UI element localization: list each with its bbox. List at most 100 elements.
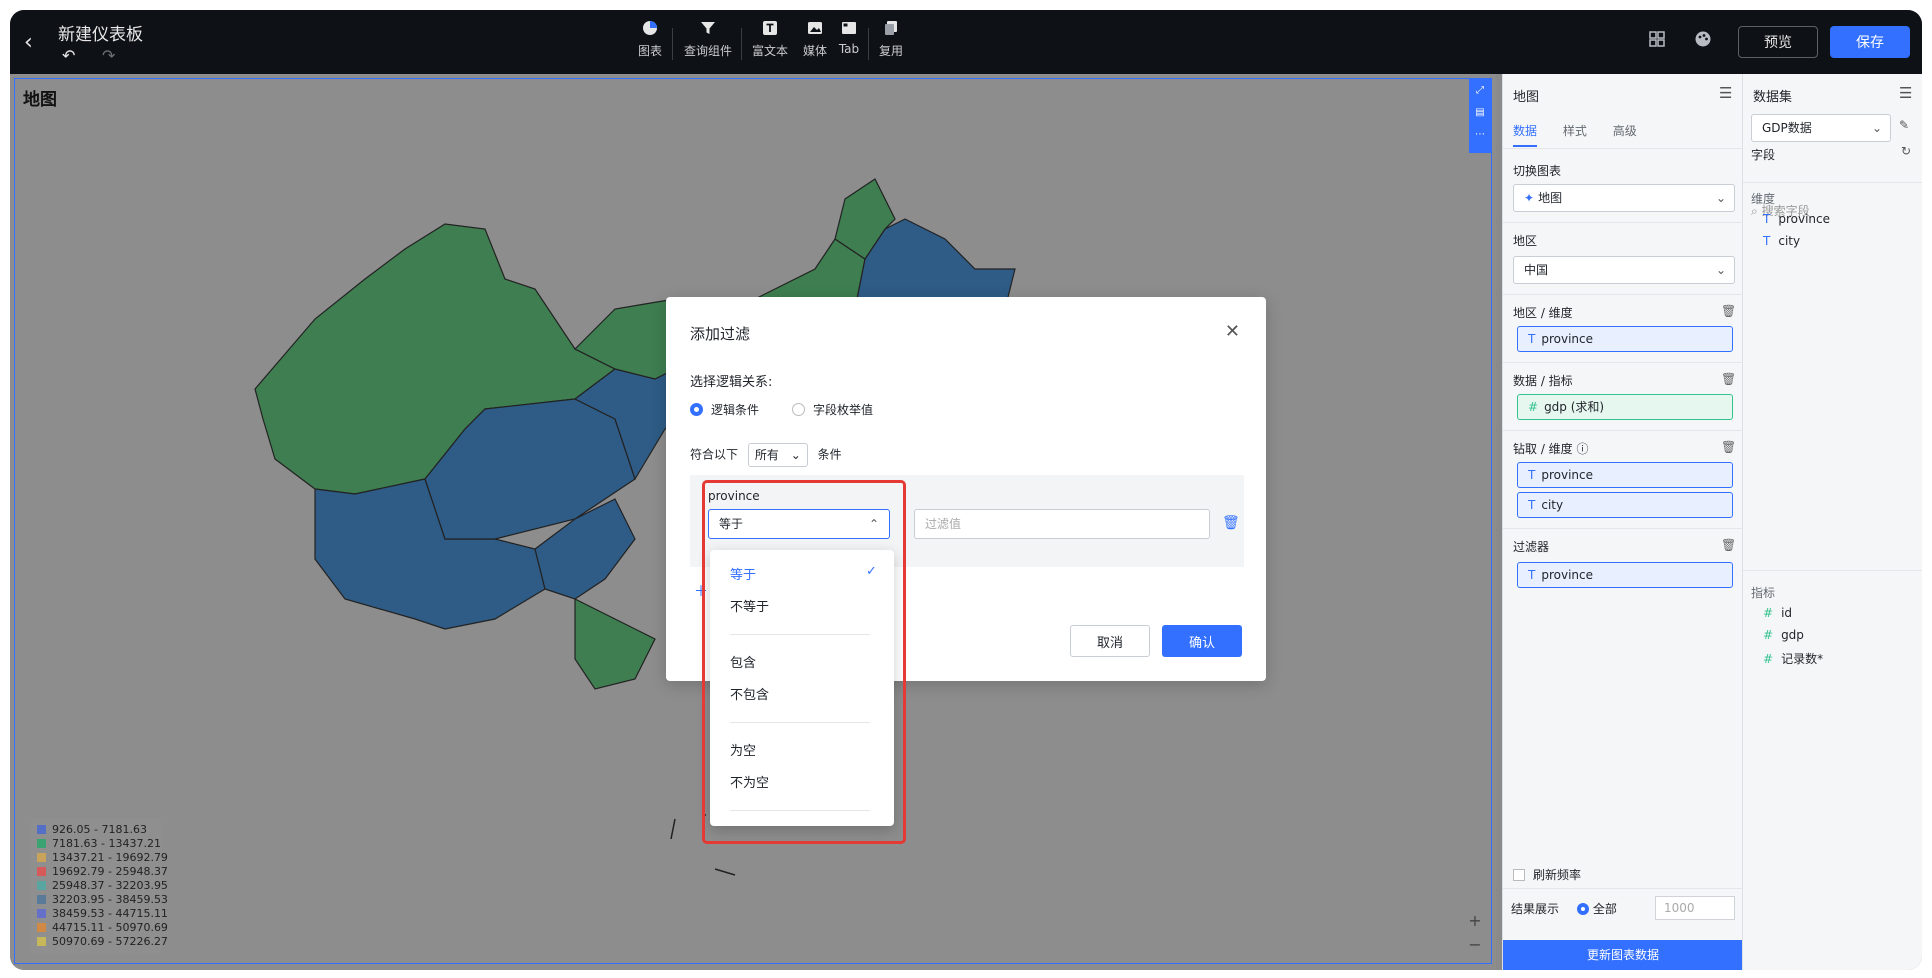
dataset-panel: 数据集 ☰ GDP数据 ⌄ ✎ 字段 ↻ ⌕ 搜索字段 维度 Tprovince… [1742,74,1922,970]
filter-value-input[interactable]: 过滤值 [914,509,1210,539]
dimension-field[interactable]: Tprovince [1763,212,1830,226]
trash-icon[interactable]: 🗑 [1721,304,1736,318]
tool-media[interactable]: 媒体 [800,20,830,59]
chart-type-select[interactable]: ✦ 地图 ⌄ [1513,184,1735,212]
dimension-field[interactable]: Tcity [1763,234,1800,248]
back-icon[interactable]: ‹ [24,30,33,55]
undo-icon[interactable]: ↶ [62,46,75,65]
divider [730,634,870,635]
tab-data[interactable]: 数据 [1513,122,1538,147]
legend-item[interactable]: 25948.37 - 32203.95 [37,879,168,893]
radio-logic-condition[interactable]: 逻辑条件 [690,401,759,418]
legend-item[interactable]: 32203.95 - 38459.53 [37,893,168,907]
refresh-toggle[interactable]: 刷新频率 [1513,866,1581,883]
legend-item[interactable]: 50970.69 - 57226.27 [37,935,168,949]
add-condition-icon[interactable]: ＋ [694,581,708,601]
collapse-icon[interactable]: ☰ [1719,84,1732,102]
tool-reuse[interactable]: 复用 [876,20,906,59]
divider [1503,362,1743,363]
tool-richtext[interactable]: 富文本 [750,20,790,59]
result-count-input[interactable]: 1000 [1655,896,1735,920]
tool-query-label: 查询组件 [683,44,732,58]
number-type-icon: # [1528,400,1539,414]
legend-item[interactable]: 926.05 - 7181.63 [37,823,155,837]
region-dimension-label: 地区 / 维度 [1513,306,1573,320]
metric-label: 数据 / 指标 [1513,374,1573,388]
dataset-select[interactable]: GDP数据 ⌄ [1751,114,1891,142]
match-select[interactable]: 所有 ⌄ [747,443,808,467]
drill-chip-province[interactable]: Tprovince [1517,462,1733,488]
option-not-empty[interactable]: 不为空 [730,772,769,791]
collapse-icon[interactable]: ☰ [1899,84,1912,102]
option-not-contains[interactable]: 不包含 [730,684,769,703]
dimension-label: 维度 [1751,192,1776,206]
metric-chip[interactable]: # gdp (求和) [1517,394,1733,420]
layout-icon[interactable] [1648,30,1666,53]
radio-all[interactable] [1576,903,1589,915]
match-suffix: 条件 [817,447,842,462]
theme-icon[interactable] [1694,30,1712,53]
map-region-south [574,598,656,690]
checkbox[interactable] [1513,869,1525,881]
radio-unselected[interactable] [792,403,805,416]
confirm-button[interactable]: 确认 [1162,625,1242,657]
update-chart-button[interactable]: 更新图表数据 [1503,940,1743,970]
chevron-up-icon: ⌃ [868,517,879,531]
refresh-icon[interactable]: ↻ [1901,144,1911,158]
dashboard-title[interactable]: 新建仪表板 [58,20,143,45]
trash-icon[interactable]: 🗑 [1721,440,1736,454]
option-is-empty[interactable]: 为空 [730,740,756,759]
text-type-icon: T [1528,498,1536,512]
number-type-icon: # [1763,628,1774,642]
redo-icon[interactable]: ↷ [102,46,115,65]
radio-field-enum[interactable]: 字段枚举值 [792,401,873,418]
map-chart-icon: ✦ [1524,191,1535,205]
tab-advanced[interactable]: 高级 [1613,122,1637,145]
legend-item[interactable]: 38459.53 - 44715.11 [37,907,168,921]
legend-item[interactable]: 7181.63 - 13437.21 [37,837,161,851]
trash-icon[interactable]: 🗑 [1721,372,1736,386]
drill-label: 钻取 / 维度 ⓘ [1513,442,1589,456]
filter-chip[interactable]: Tprovince [1517,562,1733,588]
refresh-label: 刷新频率 [1533,868,1582,882]
legend-label: 44715.11 - 50970.69 [52,921,168,934]
tab-style[interactable]: 样式 [1563,122,1587,145]
option-contains[interactable]: 包含 [730,652,756,671]
zoom-out-button[interactable]: − [1461,935,1489,959]
save-button[interactable]: 保存 [1830,26,1910,58]
drill-chip-city[interactable]: Tcity [1517,492,1733,518]
field-label: 字段 [1751,148,1776,162]
close-icon[interactable]: ✕ [1225,321,1240,342]
chart-icon [635,20,665,40]
tool-tab[interactable]: Tab [836,20,862,56]
metric-field[interactable]: # gdp [1763,628,1804,642]
region-dimension-chip[interactable]: Tprovince [1517,326,1733,352]
metric-field[interactable]: # 记录数* [1763,650,1823,667]
legend-item[interactable]: 19692.79 - 25948.37 [37,865,168,879]
cancel-button[interactable]: 取消 [1070,625,1150,657]
details-icon[interactable]: ▤ [1469,107,1491,129]
legend-swatch [37,937,46,946]
chip-label: province [1541,468,1593,482]
expand-icon[interactable]: ⤢ [1469,85,1491,107]
operator-select[interactable]: 等于 ⌃ [708,509,890,539]
preview-button[interactable]: 预览 [1738,26,1818,58]
tab-icon [836,20,862,40]
metric-field[interactable]: # id [1763,606,1792,620]
toolbar-divider [868,28,869,60]
tool-chart[interactable]: 图表 [635,20,665,59]
trash-icon[interactable]: 🗑 [1721,538,1736,552]
edit-icon[interactable]: ✎ [1899,118,1909,132]
more-icon[interactable]: ⋯ [1469,129,1491,151]
tool-query[interactable]: 查询组件 [682,20,734,59]
option-not-equals[interactable]: 不等于 [730,596,769,615]
chart-type-value: 地图 [1538,191,1563,205]
zoom-in-button[interactable]: + [1461,911,1489,935]
radio-selected[interactable] [690,403,703,416]
text-type-icon: T [1528,468,1536,482]
region-select[interactable]: 中国 ⌄ [1513,256,1735,284]
trash-icon[interactable]: 🗑 [1222,515,1240,531]
option-equals[interactable]: 等于 [730,564,756,583]
legend-item[interactable]: 13437.21 - 19692.79 [37,851,168,865]
legend-item[interactable]: 44715.11 - 50970.69 [37,921,168,935]
